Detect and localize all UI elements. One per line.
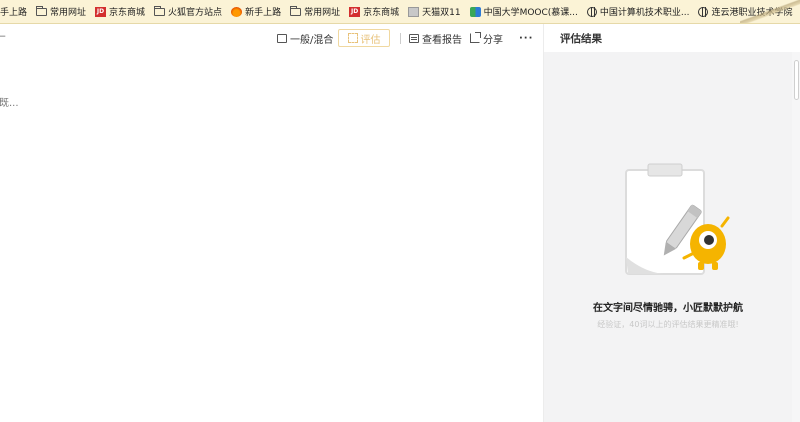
editor-toolbar: ⌐ 一般/混合 评估 查看报告 分享 ··· [0,24,543,52]
folder-icon [36,5,48,16]
share-icon [470,32,481,43]
bookmark-label: 中国计算机技术职业... [599,8,690,18]
toolbar-left-glyph: ⌐ [0,32,7,43]
tmall-icon [408,6,420,17]
bookmark-item[interactable]: 手上路 [0,5,27,18]
text-editor[interactable]: 既... [0,52,543,422]
more-icon: ··· [519,32,534,44]
scan-icon [347,33,358,43]
evaluate-label: 评估 [360,34,381,46]
report-label: 查看报告 [422,34,462,46]
bookmark-item[interactable]: 天猫双11 [408,5,461,18]
bookmark-label: 新手上路 [245,8,282,18]
empty-state-subtitle: 经验证，40词以上的评估结果更精准哦! [597,320,739,329]
panel-title: 评估结果 [560,33,602,45]
bookmark-item[interactable]: 常用网址 [290,5,340,18]
bookmarks-bar: 手上路 常用网址 JD 京东商城 火狐官方站点 新手上路 常用网址 JD 京东商城 天猫双11 中国… [0,0,800,24]
jd-icon: JD [349,6,361,17]
evaluate-button[interactable]: 评估 [338,29,390,47]
bookmark-item[interactable]: 中国计算机技术职业... [586,5,690,18]
bookmark-label: 京东商城 [363,8,400,18]
report-icon [409,33,419,43]
mode-selector-button[interactable]: 一般/混合 [277,29,333,47]
empty-state-title: 在文字间尽情驰骋，小匠默默护航 [593,303,743,314]
panel-header: 评估结果 [544,24,800,52]
bookmark-item[interactable]: 新手上路 [231,5,281,18]
more-options-button[interactable]: ··· [519,29,533,47]
view-report-button[interactable]: 查看报告 [409,29,462,47]
share-label: 分享 [483,34,503,46]
folder-icon [154,5,166,16]
firefox-icon [231,6,243,17]
bookmark-item[interactable]: 火狐官方站点 [154,5,222,18]
evaluation-panel: 评估结果 在文字间尽情驰骋，小匠默默护航 经验证，40词以上的评估结果更精准哦! [543,24,800,422]
bookmark-label: 京东商城 [109,8,146,18]
mode-icon [277,33,287,43]
jd-icon: JD [95,6,107,17]
bookmark-label: 中国大学MOOC(慕课... [483,8,578,18]
editor-placeholder: 既... [0,98,19,109]
mode-label: 一般/混合 [290,34,334,46]
bookmark-label: 常用网址 [304,8,341,18]
folder-icon [290,5,302,16]
bookmark-item[interactable]: 中国大学MOOC(慕课... [469,5,578,18]
empty-state-card: 在文字间尽情驰骋，小匠默默护航 经验证，40词以上的评估结果更精准哦! [544,52,792,422]
decorative-corner [740,0,800,23]
globe-icon [586,6,597,17]
globe-icon [698,6,709,17]
mooc-icon [469,6,481,17]
bookmark-label: 天猫双11 [422,8,461,18]
bookmark-item[interactable]: JD 京东商城 [95,5,145,18]
bookmark-item[interactable]: 常用网址 [36,5,86,18]
bookmark-label: 火狐官方站点 [168,8,223,18]
bookmark-item[interactable]: JD 京东商城 [349,5,399,18]
bookmark-label: 手上路 [0,8,28,18]
toolbar-divider [400,33,401,44]
bookmark-label: 常用网址 [50,8,87,18]
panel-scrollbar[interactable] [794,60,799,100]
clipboard-robot-illustration [625,163,730,275]
share-button[interactable]: 分享 [470,29,503,47]
